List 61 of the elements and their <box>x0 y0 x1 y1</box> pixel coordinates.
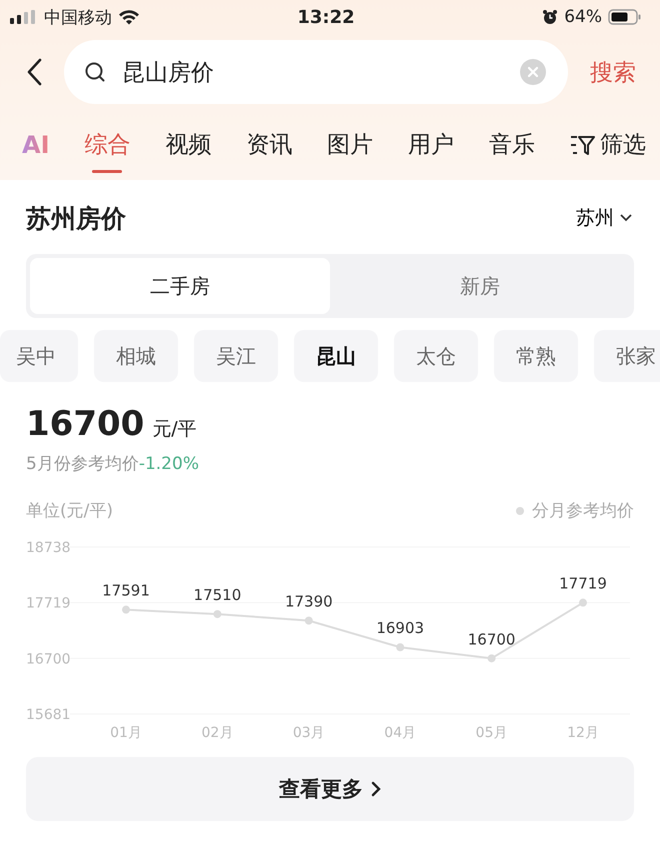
tab[interactable]: 音乐 <box>489 116 536 174</box>
x-axis-label: 01月 <box>110 725 142 741</box>
segment-tab[interactable]: 二手房 <box>30 258 330 314</box>
data-label: 17390 <box>284 592 333 611</box>
price-unit: 元/平 <box>152 417 197 442</box>
district-chip[interactable]: 吴中 <box>0 330 78 382</box>
search-field[interactable]: 昆山房价 <box>64 40 568 104</box>
view-more-button[interactable]: 查看更多 <box>26 757 634 821</box>
tab[interactable]: 用户 <box>408 116 454 174</box>
x-axis-label: 05月 <box>476 725 508 741</box>
data-point <box>579 598 587 607</box>
y-axis-label: 15681 <box>26 707 71 723</box>
y-axis-label: 18738 <box>26 540 71 556</box>
back-icon[interactable] <box>26 58 42 86</box>
y-axis-label: 17719 <box>26 596 71 612</box>
district-chip[interactable]: 常熟 <box>494 330 578 382</box>
data-label: 16700 <box>468 630 516 648</box>
city-selector[interactable]: 苏州 <box>576 205 632 231</box>
x-axis-label: 03月 <box>292 725 325 741</box>
price-change: -1.20% <box>138 454 199 474</box>
tab[interactable]: 视频 <box>165 116 212 174</box>
clock-time: 13:22 <box>297 6 355 28</box>
data-point <box>488 654 496 662</box>
price-note: 5月份参考均价 <box>26 454 139 474</box>
legend-label: 分月参考均价 <box>532 500 634 522</box>
search-button[interactable]: 搜索 <box>590 56 636 88</box>
tab[interactable]: 资讯 <box>246 116 292 174</box>
x-axis-label: 12月 <box>567 725 599 741</box>
signal-icon <box>10 10 38 24</box>
district-chip[interactable]: 昆山 <box>294 330 378 382</box>
search-icon <box>84 61 106 83</box>
district-chip[interactable]: 吴江 <box>194 330 278 382</box>
battery-percent: 64% <box>564 7 602 27</box>
filter-button[interactable]: 筛选 <box>570 116 646 174</box>
tab[interactable]: 图片 <box>327 116 374 174</box>
tab[interactable]: 综合 <box>84 116 130 174</box>
district-chip[interactable]: 太仓 <box>394 330 478 382</box>
alarm-icon <box>542 9 558 25</box>
data-label: 17510 <box>194 586 242 604</box>
district-chip[interactable]: 相城 <box>94 330 178 382</box>
data-point <box>304 616 313 625</box>
chevron-down-icon <box>620 214 632 222</box>
unit-label: 单位(元/平) <box>26 500 113 522</box>
battery-icon <box>608 9 642 25</box>
data-point <box>396 643 404 652</box>
data-point <box>122 606 130 614</box>
y-axis-label: 16700 <box>26 651 71 668</box>
wifi-icon <box>118 9 140 25</box>
chevron-right-icon <box>371 781 381 797</box>
average-price: 16700 <box>26 404 144 444</box>
data-label: 16903 <box>376 619 424 638</box>
data-label: 17591 <box>102 582 150 600</box>
segment-tab[interactable]: 新房 <box>330 258 630 314</box>
filter-icon <box>570 134 596 156</box>
section-title: 苏州房价 <box>26 202 126 234</box>
x-axis-label: 02月 <box>201 725 234 741</box>
district-chip[interactable]: 张家 <box>594 330 660 382</box>
carrier-name: 中国移动 <box>44 6 112 28</box>
data-label: 17719 <box>559 574 607 593</box>
data-point <box>213 610 222 618</box>
x-axis-label: 04月 <box>384 725 416 741</box>
